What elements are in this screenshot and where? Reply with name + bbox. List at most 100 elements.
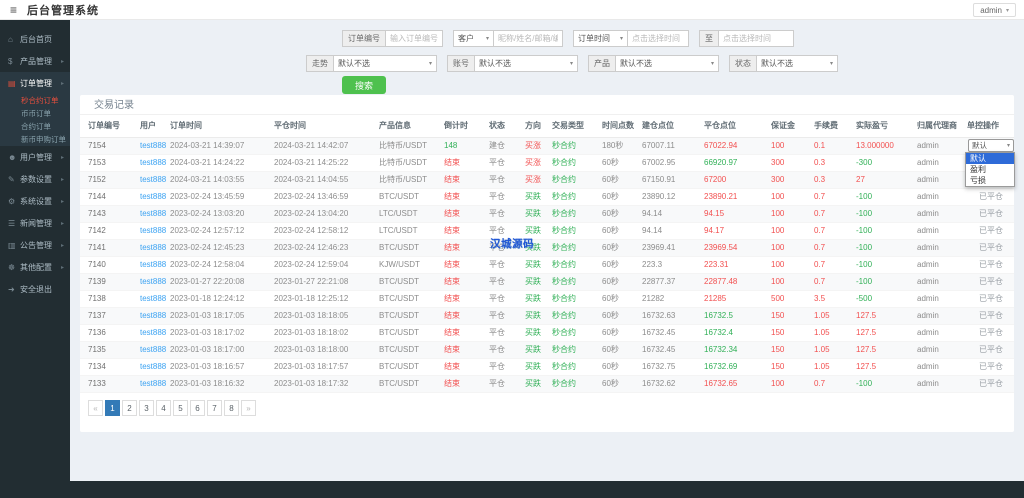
trade-type-cell: 秒合约 [552, 307, 602, 325]
sidebar-item-system[interactable]: ⚙ 系统设置 ▸ [0, 190, 70, 212]
fee-cell: 0.7 [814, 222, 856, 240]
user-link[interactable]: test888 [140, 290, 170, 308]
column-header: 时间点数 [602, 115, 642, 138]
pagination-next-button[interactable]: » [241, 400, 256, 416]
user-link[interactable]: test888 [140, 307, 170, 325]
sidebar-subitem-contract-orders[interactable]: 合约订单 [0, 120, 70, 133]
chevron-down-icon: ▾ [619, 36, 623, 42]
order-id-cell: 7141 [80, 239, 140, 257]
profit-cell: 127.5 [856, 358, 917, 376]
sidebar-item-news[interactable]: ☰ 新闻管理 ▸ [0, 212, 70, 234]
sidebar-item-label: 用户管理 [20, 152, 52, 162]
product-label: 产品 [588, 55, 615, 72]
card-title: 交易记录 [80, 95, 1014, 115]
user-link[interactable]: test888 [140, 205, 170, 223]
sidebar-item-user[interactable]: ☻ 用户管理 ▸ [0, 146, 70, 168]
order-icon: ▤ [8, 78, 16, 88]
time-end-input[interactable] [718, 30, 794, 47]
chevron-down-icon: ▾ [710, 61, 714, 67]
duration-cell: 60秒 [602, 171, 642, 189]
sidebar-subitem-second-contract-orders[interactable]: 秒合约订单 [0, 94, 70, 107]
dropdown-option[interactable]: 盈利 [966, 164, 1014, 175]
time-start-input[interactable] [627, 30, 689, 47]
sidebar-item-product[interactable]: $ 产品管理 ▸ [0, 50, 70, 72]
account-select[interactable]: 默认不选 ▾ [474, 55, 578, 72]
user-link[interactable]: test888 [140, 375, 170, 393]
column-header: 交易类型 [552, 115, 602, 138]
user-link[interactable]: test888 [140, 239, 170, 257]
list-icon: ☰ [8, 218, 16, 228]
open-time-cell: 2024-03-21 14:39:07 [170, 137, 274, 155]
user-menu-button[interactable]: admin ▾ [973, 3, 1016, 17]
direction-cell: 买跌 [525, 324, 552, 342]
sidebar-item-label: 系统设置 [20, 196, 52, 206]
product-cell: BTC/USDT [379, 358, 444, 376]
product-select[interactable]: 默认不选 ▾ [615, 55, 719, 72]
product-cell: KJW/USDT [379, 256, 444, 274]
sidebar-subitem-new-coin-orders[interactable]: 新币申购订单 [0, 133, 70, 146]
action-select[interactable]: 默认 ▾ [968, 139, 1014, 152]
filter-row-1: 订单编号 客户 ▾ 订单时间 ▾ 至 [342, 30, 794, 47]
pagination-page-5[interactable]: 5 [173, 400, 188, 416]
pagination-page-3[interactable]: 3 [139, 400, 154, 416]
gears-icon: ⚙ [8, 196, 16, 206]
status-select[interactable]: 默认不选 ▾ [756, 55, 838, 72]
hamburger-menu-icon[interactable]: ≡ [10, 4, 17, 16]
pagination-page-1[interactable]: 1 [105, 400, 120, 416]
pagination-page-6[interactable]: 6 [190, 400, 205, 416]
pagination-page-2[interactable]: 2 [122, 400, 137, 416]
sidebar-item-notice[interactable]: ▥ 公告管理 ▸ [0, 234, 70, 256]
order-id-cell: 7154 [80, 137, 140, 155]
open-price-cell: 16732.62 [642, 375, 704, 393]
column-header: 单控操作 [967, 115, 1014, 138]
action-cell: 已平仓 [967, 222, 1014, 240]
user-link[interactable]: test888 [140, 171, 170, 189]
duration-cell: 60秒 [602, 188, 642, 206]
close-time-cell: 2023-02-24 13:46:59 [274, 188, 379, 206]
pagination-page-8[interactable]: 8 [224, 400, 239, 416]
sidebar-subitem-coin-orders[interactable]: 币币订单 [0, 107, 70, 120]
user-link[interactable]: test888 [140, 273, 170, 291]
order-id-input[interactable] [385, 30, 443, 47]
countdown-cell: 结束 [444, 222, 489, 240]
order-id-cell: 7144 [80, 188, 140, 206]
column-header: 实际盈亏 [856, 115, 917, 138]
time-type-select[interactable]: 订单时间 ▾ [573, 30, 627, 47]
dropdown-option[interactable]: 默认 [966, 153, 1014, 164]
pagination-page-4[interactable]: 4 [156, 400, 171, 416]
customer-input[interactable] [493, 30, 563, 47]
product-cell: BTC/USDT [379, 341, 444, 359]
sidebar-item-logout[interactable]: ➜ 安全退出 [0, 278, 70, 300]
table-row: 7142 test888 2023-02-24 12:57:12 2023-02-24… [80, 222, 1014, 240]
sidebar-item-label: 新闻管理 [20, 218, 52, 228]
duration-cell: 60秒 [602, 273, 642, 291]
sidebar-item-order[interactable]: ▤ 订单管理 ▸ [0, 72, 70, 94]
user-link[interactable]: test888 [140, 222, 170, 240]
sidebar-item-label: 产品管理 [20, 56, 52, 66]
pagination-page-7[interactable]: 7 [207, 400, 222, 416]
search-button[interactable]: 搜索 [342, 76, 386, 94]
customer-type-select[interactable]: 客户 ▾ [453, 30, 493, 47]
sidebar-item-other[interactable]: ☸ 其他配置 ▸ [0, 256, 70, 278]
sidebar-item-dashboard[interactable]: ⌂ 后台首页 [0, 28, 70, 50]
column-header: 产品信息 [379, 115, 444, 138]
profit-cell: -500 [856, 290, 917, 308]
direction-cell: 买跌 [525, 307, 552, 325]
user-link[interactable]: test888 [140, 358, 170, 376]
trend-select[interactable]: 默认不选 ▾ [333, 55, 437, 72]
user-link[interactable]: test888 [140, 341, 170, 359]
user-link[interactable]: test888 [140, 188, 170, 206]
fee-cell: 0.7 [814, 256, 856, 274]
pagination-prev-button[interactable]: « [88, 400, 103, 416]
dropdown-option[interactable]: 亏损 [966, 175, 1014, 186]
direction-cell: 买跌 [525, 188, 552, 206]
user-link[interactable]: test888 [140, 154, 170, 172]
user-link[interactable]: test888 [140, 256, 170, 274]
user-link[interactable]: test888 [140, 137, 170, 155]
sidebar-item-params[interactable]: ✎ 参数设置 ▸ [0, 168, 70, 190]
user-link[interactable]: test888 [140, 324, 170, 342]
column-header: 订单编号 [80, 115, 140, 138]
profit-cell: 27 [856, 171, 917, 189]
user-name: admin [980, 5, 1002, 15]
status-cell: 平仓 [489, 324, 525, 342]
